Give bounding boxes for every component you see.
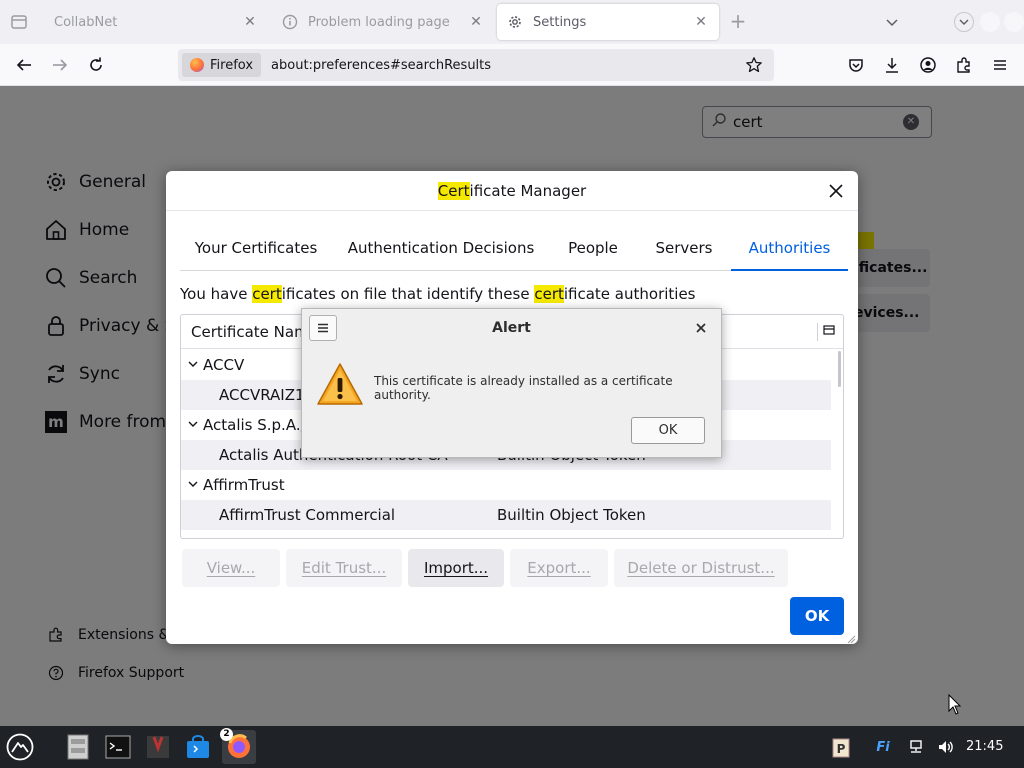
info-icon <box>282 14 298 30</box>
desc-text: You have <box>180 285 253 303</box>
tree-cert-row[interactable]: AffirmTrust Commercial Builtin Object To… <box>181 500 831 530</box>
chevron-down-icon[interactable] <box>187 477 199 491</box>
tab-title: Problem loading page <box>308 14 450 30</box>
pocket-icon[interactable] <box>844 53 868 77</box>
mouse-cursor-icon <box>948 693 962 716</box>
close-icon[interactable]: ✕ <box>242 14 258 30</box>
tab-title: Settings <box>533 14 587 30</box>
downloads-icon[interactable] <box>880 53 904 77</box>
forward-button[interactable] <box>48 53 72 77</box>
title-text: ificate Manager <box>469 182 587 200</box>
desc-text: ificate authorities <box>563 285 696 303</box>
close-icon[interactable]: ✕ <box>468 14 484 30</box>
tab-problem-loading[interactable]: Problem loading page ✕ <box>272 4 494 40</box>
tab-authentication-decisions[interactable]: Authentication Decisions <box>340 229 542 271</box>
maximize-button[interactable] <box>980 12 1000 32</box>
title-highlight: Cert <box>437 182 470 200</box>
group-name: Actalis S.p.A./0 <box>203 416 316 434</box>
import-button[interactable]: Import... <box>408 549 504 587</box>
clock[interactable]: 21:45 <box>966 739 1003 754</box>
tab-people[interactable]: People <box>558 229 628 271</box>
suitcase-app-icon[interactable] <box>144 733 172 761</box>
desc-text: ificates on file that identify these <box>281 285 535 303</box>
delete-distrust-button[interactable]: Delete or Distrust... <box>614 549 788 587</box>
close-icon[interactable] <box>689 316 713 340</box>
resize-grip-icon[interactable] <box>846 632 856 644</box>
url-bar[interactable]: Firefox about:preferences#searchResults <box>178 49 774 81</box>
store-icon[interactable] <box>184 733 212 761</box>
back-button[interactable] <box>12 53 36 77</box>
alert-title: Alert <box>492 320 531 336</box>
tab-collabnet[interactable]: CollabNet ✕ <box>44 4 268 40</box>
export-button[interactable]: Export... <box>510 549 608 587</box>
warning-icon <box>316 361 364 407</box>
terminal-icon[interactable] <box>104 733 132 761</box>
alert-dialog: Alert This certificate is already instal… <box>301 308 722 458</box>
column-picker-icon[interactable] <box>817 323 835 341</box>
chevron-down-icon[interactable] <box>187 357 199 371</box>
window-count-badge: 2 <box>220 728 233 741</box>
identity-box[interactable]: Firefox <box>182 53 262 77</box>
url-text[interactable]: about:preferences#searchResults <box>271 58 744 73</box>
ok-button[interactable]: OK <box>790 597 844 635</box>
desc-highlight: cert <box>534 285 564 303</box>
navigation-toolbar: Firefox about:preferences#searchResults <box>0 44 1024 86</box>
edit-trust-button[interactable]: Edit Trust... <box>286 549 402 587</box>
start-menu-icon[interactable] <box>6 733 34 761</box>
chevron-down-icon[interactable] <box>882 12 902 32</box>
network-icon[interactable] <box>906 737 926 757</box>
group-name: AffirmTrust <box>203 476 285 494</box>
new-tab-button[interactable]: + <box>728 11 748 32</box>
bookmark-star-icon[interactable] <box>744 55 764 75</box>
tab-servers[interactable]: Servers <box>644 229 724 271</box>
svg-text:P: P <box>837 742 846 756</box>
taskbar: 2 P Fi 21:45 <box>0 726 1024 768</box>
close-icon[interactable] <box>826 181 846 201</box>
extensions-icon[interactable] <box>952 53 976 77</box>
tab-your-certificates[interactable]: Your Certificates <box>186 229 326 271</box>
reload-button[interactable] <box>84 53 108 77</box>
gear-icon <box>507 14 523 30</box>
firefox-logo-icon <box>190 58 204 72</box>
volume-icon[interactable] <box>936 737 956 757</box>
tab-authorities[interactable]: Authorities <box>731 229 848 271</box>
clipboard-tray-icon[interactable]: P <box>830 737 852 758</box>
cert-name: ACCVRAIZ1 <box>219 386 305 404</box>
alert-header: Alert <box>302 309 721 347</box>
dialog-title: Certificate Manager <box>166 171 858 211</box>
desc-highlight: cert <box>252 285 282 303</box>
minimize-button[interactable] <box>954 12 974 32</box>
tab-settings[interactable]: Settings ✕ <box>497 4 719 40</box>
file-manager-icon[interactable] <box>64 733 92 761</box>
tab-bar: CollabNet ✕ Problem loading page ✕ Setti… <box>0 0 1024 44</box>
group-name: ACCV <box>203 356 245 374</box>
firefox-view-icon[interactable] <box>10 13 28 31</box>
authorities-description: You have certificates on file that ident… <box>180 285 696 303</box>
column-header-certificate-name[interactable]: Certificate Name <box>191 323 318 341</box>
account-icon[interactable] <box>916 53 940 77</box>
cert-token: Builtin Object Token <box>497 506 646 524</box>
keyboard-layout-indicator[interactable]: Fi <box>872 737 894 757</box>
tree-group-row[interactable]: AffirmTrust <box>181 470 831 500</box>
certificate-tabs: Your Certificates Authentication Decisio… <box>180 229 848 271</box>
alert-ok-button[interactable]: OK <box>631 417 705 444</box>
cert-name: AffirmTrust Commercial <box>219 506 396 524</box>
close-window-button[interactable] <box>1004 12 1024 32</box>
tree-scrollbar[interactable] <box>838 351 841 387</box>
view-button[interactable]: View... <box>182 549 280 587</box>
close-icon[interactable]: ✕ <box>693 14 709 30</box>
tab-title: CollabNet <box>54 14 118 30</box>
chevron-down-icon[interactable] <box>187 417 199 431</box>
identity-label: Firefox <box>210 57 254 73</box>
menu-icon[interactable] <box>988 53 1012 77</box>
alert-message: This certificate is already installed as… <box>374 374 673 402</box>
